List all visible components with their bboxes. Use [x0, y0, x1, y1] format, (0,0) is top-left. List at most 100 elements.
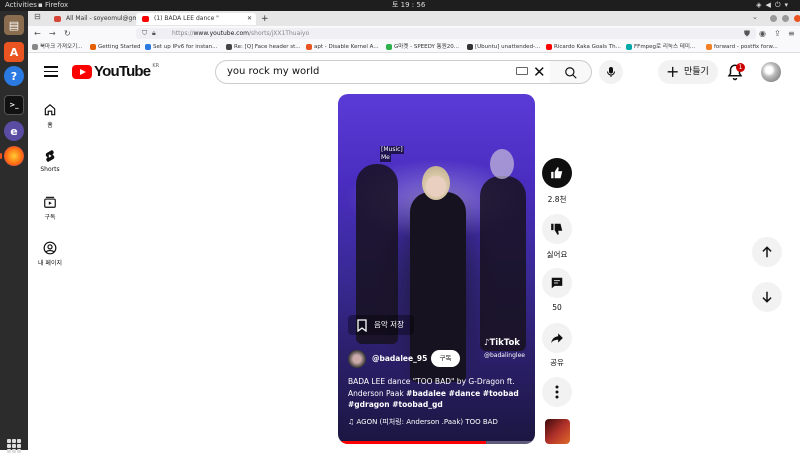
nav-you[interactable]: 내 페이지 — [34, 241, 66, 267]
search-button[interactable] — [550, 60, 592, 84]
menu-icon[interactable]: ≡ — [788, 27, 795, 40]
video-title[interactable]: BADA LEE dance "TOO BAD" by G-Dragon ft.… — [348, 376, 528, 411]
firefox-icon[interactable] — [4, 146, 24, 166]
nav-subscriptions[interactable]: 구독 — [34, 195, 66, 221]
search-input[interactable]: you rock my world — [215, 60, 562, 84]
notification-count-badge: 1 — [736, 63, 745, 72]
more-vertical-icon — [555, 385, 559, 399]
show-apps-icon[interactable] — [7, 439, 21, 453]
share-label: 공유 — [550, 358, 564, 367]
tab-label: (1) BADA LEE dance " — [154, 15, 219, 22]
close-window-icon[interactable] — [794, 15, 800, 22]
save-music-button[interactable]: 음악 저장 — [348, 315, 414, 335]
channel-name[interactable]: @badalee_95 — [372, 354, 427, 363]
help-icon[interactable]: ? — [4, 66, 24, 86]
previous-short-button[interactable] — [752, 237, 782, 267]
guide-menu-icon[interactable] — [44, 66, 58, 77]
like-button[interactable] — [542, 158, 572, 188]
country-code: KR — [152, 62, 160, 69]
thumbs-up-icon — [551, 167, 563, 179]
you-icon — [43, 241, 57, 255]
bookmark-item[interactable]: FFmpeg로 리눅스 테미... — [626, 41, 695, 52]
bookmark-item[interactable]: Re: [Q] Face header st... — [226, 41, 301, 52]
bookmark-item[interactable]: forward - postfix forw... — [706, 41, 778, 52]
account-icon[interactable]: ◉ — [759, 27, 766, 40]
voice-search-button[interactable] — [599, 60, 623, 84]
system-top-bar: Activities ▪ Firefox 토 19 : 56 ◈◀⏻▾ — [0, 0, 800, 11]
network-icon: ◈ — [756, 1, 766, 9]
tab-label: All Mail - soyeomul@gm — [66, 15, 139, 22]
app-menu[interactable]: ▪ Firefox — [38, 0, 68, 11]
subscribe-button[interactable]: 구독 — [431, 350, 460, 367]
youtube-play-icon — [72, 64, 92, 79]
thumbs-down-icon — [551, 223, 563, 235]
bookmark-item[interactable]: 북마크 가져오기... — [32, 41, 82, 52]
keyboard-icon[interactable] — [516, 67, 528, 75]
bookmark-item[interactable]: G마켓 - SPEEDY 통원20... — [386, 41, 459, 52]
more-actions-button[interactable] — [542, 377, 572, 407]
tiktok-handle: @badalinglee — [484, 352, 525, 359]
comment-icon — [551, 277, 563, 289]
files-icon[interactable]: ▤ — [4, 15, 24, 35]
tab-overflow-icon[interactable]: ⌄ — [752, 13, 758, 21]
progress-bar[interactable] — [338, 441, 535, 444]
dislike-button[interactable] — [542, 214, 572, 244]
volume-icon: ◀ — [765, 1, 775, 9]
video-scene — [490, 149, 514, 179]
gmail-icon — [54, 16, 61, 22]
nav-home[interactable]: 홈 — [34, 103, 66, 129]
account-avatar[interactable] — [761, 62, 781, 82]
youtube-logo[interactable]: YouTube KR — [72, 63, 159, 80]
lock-icon[interactable]: 🔒︎ — [152, 28, 156, 39]
reload-icon[interactable]: ↻ — [64, 27, 71, 40]
nav-shorts[interactable]: Shorts — [34, 149, 66, 173]
subscriptions-icon — [44, 196, 56, 208]
forward-icon[interactable]: → — [49, 27, 56, 40]
bookmark-item[interactable]: Ricardo Kaka Goals Th... — [546, 41, 621, 52]
url-bar[interactable]: ⛉ 🔒︎ https://www.youtube.com/shorts/jXX1… — [136, 28, 756, 39]
software-center-icon[interactable]: A — [4, 42, 24, 62]
pocket-icon[interactable]: ⛊ — [744, 27, 750, 40]
tab-youtube[interactable]: (1) BADA LEE dance " ✕ — [136, 13, 256, 25]
music-ticker[interactable]: ♫ AGON (피처링: Anderson .Paak) TOO BAD — [348, 417, 528, 427]
caption-line: Me — [380, 154, 391, 162]
bookmark-item[interactable]: Set up IPv6 for instan... — [145, 41, 217, 52]
youtube-favicon-icon — [142, 16, 149, 22]
comment-count: 50 — [552, 303, 562, 312]
arrow-down-icon — [762, 291, 772, 303]
terminal-icon[interactable]: >_ — [4, 95, 24, 115]
system-tray[interactable]: ◈◀⏻▾ — [756, 0, 792, 11]
next-short-button[interactable] — [752, 282, 782, 312]
activities-button[interactable]: Activities — [5, 0, 37, 11]
browser-nav-bar: ← → ↻ ⛉ 🔒︎ https://www.youtube.com/short… — [28, 26, 800, 41]
share-arrow-icon — [551, 333, 563, 344]
caption-line: [Music] — [380, 146, 404, 154]
video-scene — [480, 176, 526, 351]
share-button[interactable] — [542, 323, 572, 353]
clock[interactable]: 토 19 : 56 — [392, 0, 425, 11]
bookmark-item[interactable]: apt - Disable Kernel A... — [306, 41, 379, 52]
app-name: Firefox — [44, 1, 69, 9]
tab-list-icon[interactable]: ⊟ — [34, 12, 41, 21]
logo-wordmark: YouTube — [94, 63, 151, 80]
bookmarks-toolbar: 북마크 가져오기... Getting Started Set up IPv6 … — [28, 41, 800, 53]
comments-button[interactable] — [542, 268, 572, 298]
bookmark-icon — [357, 319, 367, 332]
minimize-icon[interactable] — [770, 15, 777, 22]
new-tab-icon[interactable]: + — [261, 13, 269, 25]
maximize-icon[interactable] — [782, 15, 789, 22]
bookmark-item[interactable]: Getting Started — [90, 41, 141, 52]
emacs-icon[interactable]: e — [4, 121, 24, 141]
sound-thumbnail[interactable] — [545, 419, 570, 444]
shorts-video-player[interactable]: [Music] Me 음악 저장 ♪TikTok @badalinglee @b… — [338, 94, 535, 444]
channel-avatar[interactable] — [348, 350, 366, 368]
clear-search-icon[interactable]: ✕ — [533, 63, 546, 81]
nav-label: 구독 — [44, 214, 56, 221]
create-button[interactable]: + 만들기 — [658, 60, 718, 84]
shield-icon[interactable]: ⛉ — [142, 28, 147, 39]
bookmark-item[interactable]: [Ubuntu] unattended-... — [467, 41, 540, 52]
close-tab-icon[interactable]: ✕ — [247, 13, 252, 25]
extensions-icon[interactable]: ⇪ — [774, 27, 781, 40]
chevron-down-icon: ▾ — [784, 1, 792, 9]
back-icon[interactable]: ← — [34, 27, 41, 40]
